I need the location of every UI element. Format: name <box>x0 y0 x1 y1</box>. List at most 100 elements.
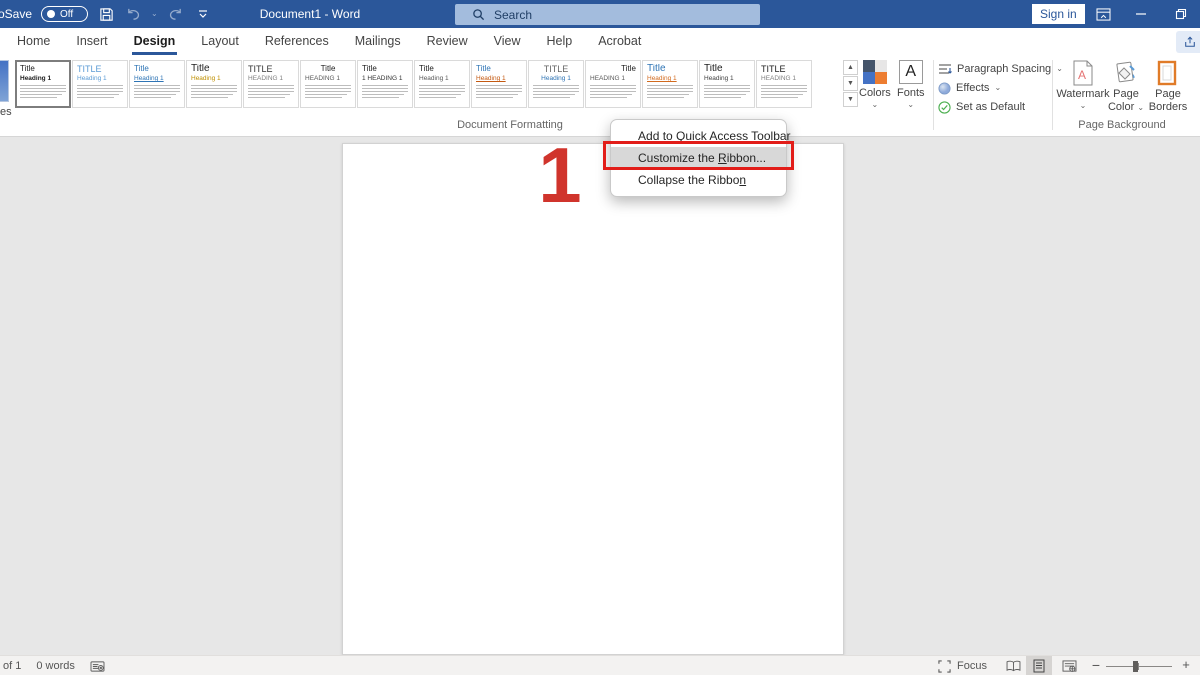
watermark-button[interactable]: A Watermark ⌄ <box>1058 60 1108 109</box>
style-set-thumbnail[interactable]: TITLE HEADING 1 <box>756 60 812 108</box>
ribbon-tab[interactable]: Acrobat <box>585 28 654 56</box>
ribbon-tab[interactable]: Insert <box>63 28 120 56</box>
document-area: 1 <box>0 137 1200 655</box>
set-as-default-button[interactable]: Set as Default <box>938 99 1063 115</box>
thumb-body-lines <box>248 85 294 98</box>
thumb-title: Title <box>20 64 66 74</box>
style-set-thumbnail[interactable]: Title Heading 1 <box>414 60 470 108</box>
ribbon-tab[interactable]: Layout <box>188 28 252 56</box>
checkmark-icon <box>938 101 951 114</box>
thumb-title: Title <box>647 64 693 74</box>
customize-quick-access-icon[interactable] <box>194 5 212 23</box>
thumb-title: Title <box>419 64 465 74</box>
thumb-heading: Heading 1 <box>134 75 180 83</box>
word-count[interactable]: 0 words <box>36 660 75 672</box>
thumb-heading: Heading 1 <box>191 75 237 83</box>
style-set-thumbnail[interactable]: TITLE Heading 1 <box>72 60 128 108</box>
ribbon-tab-row: HomeInsertDesignLayoutReferencesMailings… <box>0 28 1200 56</box>
thumb-heading: Heading 1 <box>20 75 66 83</box>
style-set-thumbnail[interactable]: Title Heading 1 <box>471 60 527 108</box>
proofing-icon[interactable] <box>90 660 105 673</box>
thumb-body-lines <box>362 85 408 98</box>
context-menu-item[interactable]: Customize the Ribbon... <box>611 147 786 169</box>
style-set-thumbnail[interactable]: Title HEADING 1 <box>585 60 641 108</box>
zoom-in-button[interactable]: + <box>1178 656 1194 675</box>
ribbon-tab[interactable]: Help <box>534 28 586 56</box>
themes-label: es <box>0 106 9 118</box>
page-borders-label: Page Borders <box>1146 88 1190 114</box>
sign-in-button[interactable]: Sign in <box>1032 4 1085 24</box>
thumb-title: TITLE <box>77 64 123 74</box>
context-menu-item[interactable]: Collapse the Ribbon <box>611 169 786 191</box>
ribbon-tab[interactable]: Review <box>414 28 481 56</box>
context-menu-item[interactable]: Add to Quick Access Toolbar <box>611 125 786 147</box>
paragraph-spacing-button[interactable]: Paragraph Spacing ⌄ <box>938 61 1063 77</box>
ribbon-tab[interactable]: References <box>252 28 342 56</box>
print-layout-icon[interactable] <box>1026 656 1052 675</box>
effects-button[interactable]: Effects ⌄ <box>938 80 1063 96</box>
read-mode-icon[interactable] <box>1000 656 1026 675</box>
style-set-thumbnail[interactable]: Title Heading 1 <box>15 60 71 108</box>
zoom-slider-thumb[interactable] <box>1133 661 1138 672</box>
chevron-down-icon: ⌄ <box>872 102 879 108</box>
autosave-label: oSave <box>0 7 32 21</box>
search-input[interactable]: Search <box>455 4 760 25</box>
thumb-heading: Heading 1 <box>647 75 693 83</box>
undo-dropdown-icon[interactable]: ⌄ <box>151 11 158 17</box>
page-borders-button[interactable]: Page Borders <box>1146 60 1190 114</box>
document-page[interactable] <box>342 143 844 655</box>
gallery-scroll-down-icon[interactable]: ▼ <box>843 76 858 91</box>
paragraph-spacing-icon <box>938 63 952 75</box>
thumb-body-lines <box>419 85 465 98</box>
autosave-toggle[interactable]: Off <box>41 6 88 22</box>
style-set-thumbnail[interactable]: Title HEADING 1 <box>300 60 356 108</box>
minimize-icon[interactable] <box>1128 0 1154 28</box>
ribbon-tab[interactable]: Design <box>121 28 189 56</box>
zoom-slider[interactable] <box>1106 666 1172 667</box>
redo-icon[interactable] <box>167 5 185 23</box>
thumb-title: TITLE <box>761 64 807 74</box>
zoom-out-button[interactable]: − <box>1088 656 1104 675</box>
ribbon-display-options-icon[interactable] <box>1090 0 1116 28</box>
thumb-title: TITLE <box>533 64 579 74</box>
fonts-button[interactable]: A Fonts ⌄ <box>897 60 925 108</box>
gallery-scroll-up-icon[interactable]: ▲ <box>843 60 858 75</box>
ribbon-tabs: HomeInsertDesignLayoutReferencesMailings… <box>0 28 1200 56</box>
chevron-down-icon: ⌄ <box>907 102 914 108</box>
thumb-title: Title <box>476 64 522 74</box>
thumb-title: TITLE <box>248 64 294 74</box>
chevron-down-icon: ⌄ <box>1137 103 1144 112</box>
quick-access-toolbar: oSave Off ⌄ <box>0 0 212 28</box>
annotation-step-number: 1 <box>528 139 592 211</box>
ribbon-tab[interactable]: Home <box>4 28 63 56</box>
thumb-heading: Heading 1 <box>419 75 465 83</box>
focus-label: Focus <box>957 660 987 672</box>
style-set-thumbnail[interactable]: TITLE Heading 1 <box>528 60 584 108</box>
save-icon[interactable] <box>97 5 115 23</box>
style-set-thumbnail[interactable]: TITLE HEADING 1 <box>243 60 299 108</box>
thumb-title: Title <box>134 64 180 74</box>
colors-icon <box>863 60 887 84</box>
colors-button[interactable]: Colors ⌄ <box>859 60 891 108</box>
style-set-thumbnail[interactable]: Title 1 HEADING 1 <box>357 60 413 108</box>
undo-icon[interactable] <box>124 5 142 23</box>
gallery-more-icon[interactable]: ▼ <box>843 92 858 107</box>
menu-item-text: Collapse the Ribbo <box>638 173 739 187</box>
focus-button[interactable]: Focus <box>938 656 987 675</box>
ribbon-tab[interactable]: Mailings <box>342 28 414 56</box>
ribbon-tab[interactable]: View <box>481 28 534 56</box>
restore-window-icon[interactable] <box>1168 0 1194 28</box>
share-button[interactable]: Sh <box>1176 31 1200 53</box>
style-set-thumbnail[interactable]: Title Heading 1 <box>699 60 755 108</box>
thumb-body-lines <box>476 85 522 98</box>
thumb-body-lines <box>704 85 750 98</box>
web-layout-icon[interactable] <box>1056 656 1082 675</box>
thumb-heading: HEADING 1 <box>761 75 807 83</box>
style-set-thumbnail[interactable]: Title Heading 1 <box>129 60 185 108</box>
style-set-thumbnail[interactable]: Title Heading 1 <box>642 60 698 108</box>
style-set-thumbnail[interactable]: Title Heading 1 <box>186 60 242 108</box>
themes-button-clipped[interactable]: es <box>0 60 9 120</box>
page-indicator[interactable]: of 1 <box>3 660 21 672</box>
page-color-button[interactable]: Page Color ⌄ <box>1106 60 1146 114</box>
watermark-icon: A <box>1072 60 1094 86</box>
